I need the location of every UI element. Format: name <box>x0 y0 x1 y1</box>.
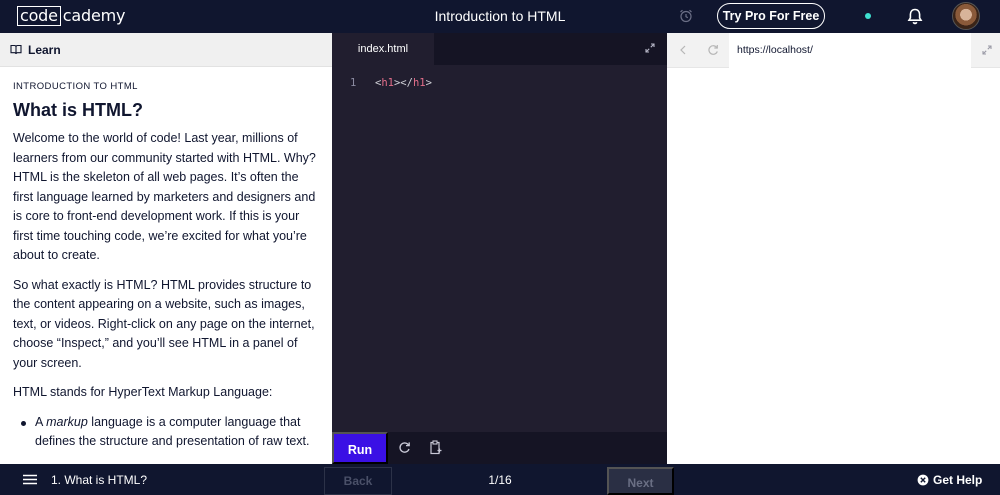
back-button[interactable]: Back <box>324 467 392 495</box>
lesson-content: INTRODUCTION TO HTML What is HTML? Welco… <box>0 67 332 452</box>
tab-index-html[interactable]: index.html <box>332 33 434 65</box>
get-help-label: Get Help <box>933 473 983 487</box>
back-arrow-icon[interactable] <box>679 44 687 56</box>
run-button[interactable]: Run <box>332 432 388 464</box>
try-pro-button[interactable]: Try Pro For Free <box>717 3 825 29</box>
expand-icon[interactable] <box>982 45 992 55</box>
bell-icon[interactable] <box>907 8 923 25</box>
code-bracket: > <box>425 77 432 89</box>
expand-icon[interactable] <box>645 43 655 53</box>
learn-panel: Learn INTRODUCTION TO HTML What is HTML?… <box>0 33 332 464</box>
avatar[interactable] <box>952 2 980 30</box>
bullet-emphasis: markup <box>46 414 88 429</box>
learn-header-label: Learn <box>28 42 61 57</box>
lesson-title: What is HTML? <box>13 100 143 120</box>
code-tag-open: h1 <box>381 77 394 89</box>
logo-cademy-text: cademy <box>62 6 126 25</box>
code-line[interactable]: 1 <h1></h1> <box>332 77 667 93</box>
code-tag-close: h1 <box>412 77 426 89</box>
learn-header: Learn <box>0 33 332 67</box>
hamburger-menu-icon[interactable] <box>23 474 37 485</box>
codecademy-logo[interactable]: code cademy <box>17 6 125 26</box>
browser-address-bar: https://localhost/ <box>667 33 1000 68</box>
current-step-label[interactable]: 1. What is HTML? <box>51 473 147 487</box>
lesson-bullet-list: A markup language is a computer language… <box>13 413 319 452</box>
code-text[interactable]: <h1></h1> <box>375 77 432 89</box>
browser-preview: https://localhost/ <box>667 33 1000 464</box>
code-bracket: ></ <box>393 77 413 89</box>
page-counter: 1/16 <box>488 473 512 487</box>
code-editor: index.html 1 <h1></h1> Run <box>332 33 667 464</box>
footer-bar: 1. What is HTML? Back 1/16 Next Get Help <box>0 464 1000 495</box>
lesson-paragraph: So what exactly is HTML? HTML provides s… <box>13 277 315 370</box>
status-dot <box>865 13 871 19</box>
lesson-paragraph: Welcome to the world of code! Last year,… <box>13 131 316 262</box>
top-bar: code cademy Introduction to HTML Try Pro … <box>0 0 1000 33</box>
bullet-prefix: A <box>35 414 47 429</box>
lesson-paragraph: HTML stands for HyperText Markup Languag… <box>13 385 273 399</box>
logo-code-box: code <box>17 6 61 26</box>
reset-icon[interactable] <box>398 441 411 454</box>
get-help-button[interactable]: Get Help <box>917 473 982 487</box>
next-button[interactable]: Next <box>607 467 674 495</box>
line-number: 1 <box>350 77 357 89</box>
editor-toolbar: Run <box>332 432 667 464</box>
book-icon <box>10 44 22 55</box>
copy-code-icon[interactable] <box>430 440 442 455</box>
url-field[interactable]: https://localhost/ <box>729 33 971 68</box>
course-title: Introduction to HTML <box>434 8 566 24</box>
lesson-kicker: INTRODUCTION TO HTML <box>13 81 138 92</box>
reload-icon[interactable] <box>707 44 719 56</box>
close-circle-icon <box>917 474 929 486</box>
alarm-clock-icon[interactable] <box>679 9 693 23</box>
list-item: A markup language is a computer language… <box>21 413 319 452</box>
editor-tab-bar: index.html <box>332 33 667 65</box>
